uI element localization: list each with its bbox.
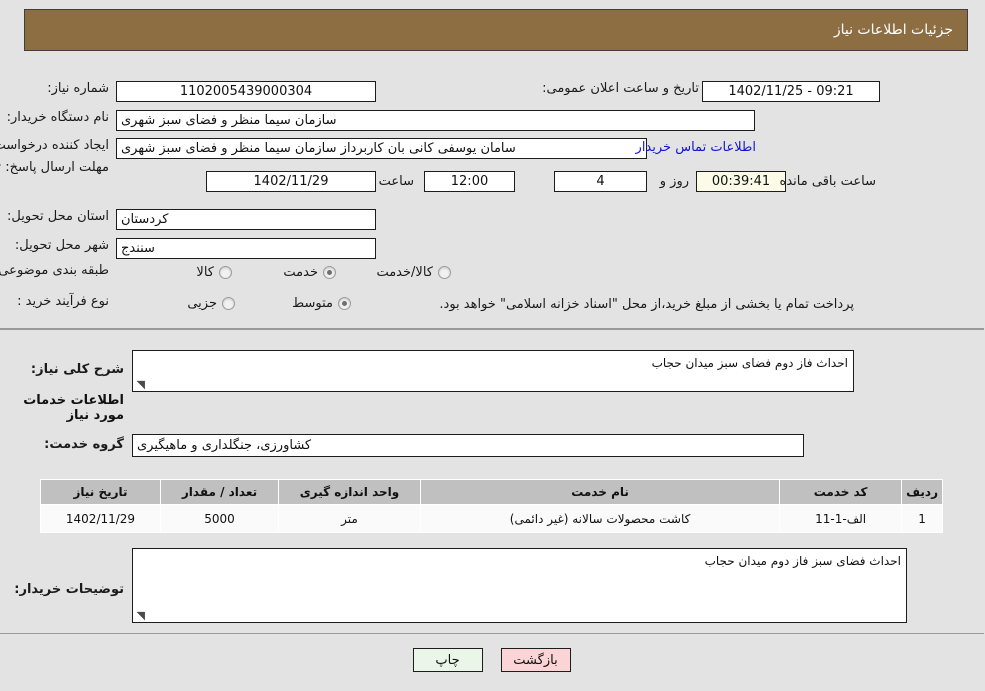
radio-khedmat-icon[interactable] <box>324 266 337 279</box>
radio-motavasset-icon[interactable] <box>339 297 352 310</box>
creator-label: ایجاد کننده درخواست: <box>0 138 110 153</box>
category-option-kala-khedmat[interactable]: کالا/خدمت <box>377 265 452 280</box>
process-option-motavasset[interactable]: متوسط <box>293 296 352 311</box>
cell-name: کاشت محصولات سالانه (غیر دائمی) <box>420 504 782 533</box>
col-quantity: تعداد / مقدار <box>161 479 280 505</box>
creator-row: ایجاد کننده درخواست: <box>0 138 110 153</box>
resize-grip-icon[interactable]: ◥ <box>136 379 146 390</box>
service-group-label: گروه خدمت: <box>45 437 125 452</box>
buyer-notes-textarea[interactable]: احداث فضای سبز فاز دوم میدان حجاب ◥ <box>133 548 908 623</box>
city-row: شهر محل تحویل: <box>16 238 110 253</box>
radio-jozei-icon[interactable] <box>223 297 236 310</box>
cell-unit: متر <box>279 504 422 533</box>
deadline-hour-field: 12:00 <box>425 171 516 192</box>
process-option-jozei-label: جزیی <box>188 296 218 311</box>
category-row: طبقه بندی موضوعی: <box>0 263 110 278</box>
need-number-label: شماره نیاز: <box>48 81 110 96</box>
announce-datetime-label: تاریخ و ساعت اعلان عمومی: <box>543 81 700 96</box>
col-name: نام خدمت <box>420 479 782 505</box>
table-row: 1 الف-1-11 کاشت محصولات سالانه (غیر دائم… <box>41 504 944 533</box>
buyer-notes-text: احداث فضای سبز فاز دوم میدان حجاب <box>705 554 902 568</box>
print-button[interactable]: چاپ <box>413 648 484 672</box>
province-row: استان محل تحویل: <box>8 209 110 224</box>
process-note: پرداخت تمام یا بخشی از مبلغ خرید،از محل … <box>440 297 855 312</box>
need-summary-label: شرح کلی نیاز: <box>31 362 125 377</box>
buyer-notes-label: توضیحات خریدار: <box>15 582 125 597</box>
process-option-jozei[interactable]: جزیی <box>188 296 236 311</box>
cell-quantity: 5000 <box>161 504 280 533</box>
table-header-row: ردیف کد خدمت نام خدمت واحد اندازه گیری ت… <box>41 479 944 505</box>
cell-code: الف-1-11 <box>780 504 904 533</box>
need-summary-text: احداث فاز دوم فضای سبز میدان حجاب <box>652 356 849 370</box>
province-label: استان محل تحویل: <box>8 209 110 224</box>
items-table: ردیف کد خدمت نام خدمت واحد اندازه گیری ت… <box>41 479 944 533</box>
category-option-kala[interactable]: کالا <box>197 265 233 280</box>
page-title: جزئیات اطلاعات نیاز <box>834 22 954 38</box>
deadline-date-field: 1402/11/29 <box>207 171 377 192</box>
process-row: نوع فرآیند خرید : <box>18 294 110 309</box>
need-info-panel <box>0 62 985 329</box>
service-group-field: کشاورزی، جنگلداری و ماهیگیری <box>133 434 805 457</box>
city-label: شهر محل تحویل: <box>15 238 110 253</box>
remaining-days-field: 4 <box>555 171 648 192</box>
category-option-khedmat-label: خدمت <box>284 265 319 280</box>
col-date: تاریخ نیاز <box>41 479 162 505</box>
city-field: سنندج <box>117 238 377 259</box>
buyer-org-field: سازمان سیما منظر و فضای سبز شهری <box>117 110 756 131</box>
cell-date: 1402/11/29 <box>41 504 162 533</box>
button-bar: بازگشت چاپ <box>0 648 985 672</box>
buyer-org-label: نام دستگاه خریدار: <box>7 110 110 125</box>
category-option-kala-khedmat-label: کالا/خدمت <box>377 265 434 280</box>
deadline-label: مهلت ارسال پاسخ: تا تاریخ: <box>0 160 110 175</box>
category-option-khedmat[interactable]: خدمت <box>284 265 337 280</box>
back-button[interactable]: بازگشت <box>501 648 572 672</box>
col-unit: واحد اندازه گیری <box>279 479 422 505</box>
page-title-bar: جزئیات اطلاعات نیاز <box>25 9 969 51</box>
col-code: کد خدمت <box>780 479 904 505</box>
buyer-contact-link[interactable]: اطلاعات تماس خریدار <box>637 140 757 155</box>
need-summary-textarea[interactable]: احداث فاز دوم فضای سبز میدان حجاب ◥ <box>133 350 855 392</box>
radio-kala-icon[interactable] <box>220 266 233 279</box>
deadline-row: مهلت ارسال پاسخ: تا تاریخ: <box>0 160 110 176</box>
services-section-heading: اطلاعات خدمات مورد نیاز <box>24 393 125 423</box>
cell-index: 1 <box>902 504 944 533</box>
col-index: ردیف <box>902 479 944 505</box>
category-option-kala-label: کالا <box>197 265 215 280</box>
countdown-timer-field: 00:39:41 <box>697 171 787 192</box>
creator-field: سامان یوسفی کانی بان کاربرداز سازمان سیم… <box>117 138 648 159</box>
deadline-hour-label: ساعت <box>379 174 415 189</box>
province-field: کردستان <box>117 209 377 230</box>
process-option-motavasset-label: متوسط <box>293 296 334 311</box>
remaining-suffix-label: ساعت باقی مانده <box>780 174 877 189</box>
process-label: نوع فرآیند خرید : <box>18 294 110 309</box>
resize-grip-icon-notes[interactable]: ◥ <box>136 610 146 621</box>
need-number-row: شماره نیاز: <box>48 81 110 96</box>
need-number-field: 1102005439000304 <box>117 81 377 102</box>
announce-datetime-field: 09:21 - 1402/11/25 <box>703 81 881 102</box>
radio-kala-khedmat-icon[interactable] <box>439 266 452 279</box>
category-label: طبقه بندی موضوعی: <box>0 263 110 278</box>
announce-label-row: تاریخ و ساعت اعلان عمومی: <box>543 81 700 96</box>
remaining-days-label: روز و <box>660 174 690 189</box>
buyer-org-row: نام دستگاه خریدار: <box>8 110 110 125</box>
